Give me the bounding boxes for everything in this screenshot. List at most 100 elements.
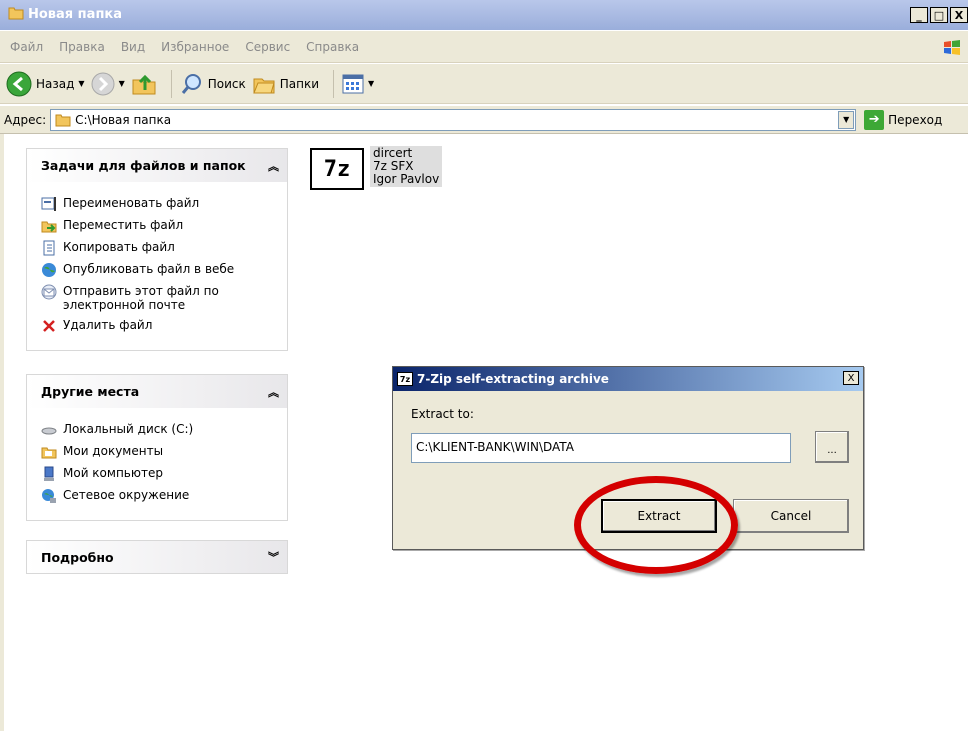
task-copy[interactable]: Копировать файл xyxy=(41,240,287,256)
details-panel-title: Подробно xyxy=(41,549,114,565)
back-button[interactable]: Назад ▼ xyxy=(6,71,85,97)
up-folder-icon xyxy=(132,74,156,94)
move-icon xyxy=(41,221,57,233)
place-my-computer[interactable]: Мой компьютер xyxy=(41,466,287,482)
window-titlebar[interactable]: Новая папка _ □ X xyxy=(0,0,968,30)
address-value: C:\Новая папка xyxy=(75,112,172,127)
collapse-chevron-icon[interactable]: ︽ xyxy=(268,158,279,174)
task-rename[interactable]: Переименовать файл xyxy=(41,196,287,212)
places-panel-header[interactable]: Другие места ︽ xyxy=(26,374,288,408)
folder-icon xyxy=(55,114,71,126)
dialog-title: 7-Zip self-extracting archive xyxy=(417,372,609,386)
place-my-documents[interactable]: Мои документы xyxy=(41,444,287,460)
back-arrow-icon xyxy=(6,71,32,96)
extract-path-input[interactable]: C:\KLIENT-BANK\WIN\DATA xyxy=(411,433,791,463)
windows-logo-icon xyxy=(944,40,960,55)
forward-dropdown-icon[interactable]: ▼ xyxy=(119,79,125,88)
cancel-button[interactable]: Cancel xyxy=(733,499,849,533)
back-label: Назад xyxy=(36,76,75,91)
maximize-button[interactable]: □ xyxy=(930,7,948,23)
minimize-button[interactable]: _ xyxy=(910,7,928,23)
hard-drive-icon xyxy=(41,427,57,435)
views-dropdown-icon[interactable]: ▼ xyxy=(368,79,374,88)
tasks-panel-title: Задачи для файлов и папок xyxy=(41,158,246,173)
search-icon xyxy=(181,73,201,94)
menu-edit[interactable]: Правка xyxy=(59,40,105,54)
go-label[interactable]: Переход xyxy=(888,113,942,127)
task-delete[interactable]: Удалить файл xyxy=(41,318,287,334)
folder-icon xyxy=(8,7,24,20)
computer-icon xyxy=(44,466,54,481)
file-details: dircert 7z SFX Igor Pavlov xyxy=(370,146,443,187)
task-move-label: Переместить файл xyxy=(63,218,184,232)
address-bar: Адрес: C:\Новая папка ▼ ➔ Переход xyxy=(0,106,968,134)
window-title: Новая папка xyxy=(28,7,123,22)
window-controls: _ □ X xyxy=(910,7,968,23)
menu-favorites[interactable]: Избранное xyxy=(161,40,229,54)
back-dropdown-icon[interactable]: ▼ xyxy=(78,79,84,88)
task-move[interactable]: Переместить файл xyxy=(41,218,287,234)
menu-file[interactable]: Файл xyxy=(10,40,43,54)
folders-icon xyxy=(253,78,275,93)
task-publish[interactable]: Опубликовать файл в вебе xyxy=(41,262,287,278)
place-local-disk-label: Локальный диск (C:) xyxy=(63,422,194,436)
places-panel-title: Другие места xyxy=(41,384,140,399)
browse-button[interactable]: ... xyxy=(815,431,849,463)
my-documents-icon xyxy=(41,447,57,459)
dialog-close-button[interactable]: X xyxy=(843,371,859,385)
forward-arrow-icon xyxy=(91,72,115,95)
task-copy-label: Копировать файл xyxy=(63,240,175,254)
toolbar-separator xyxy=(333,69,335,98)
folders-label: Папки xyxy=(279,76,320,91)
globe-icon xyxy=(42,263,56,277)
dialog-titlebar[interactable]: 7z 7-Zip self-extracting archive xyxy=(393,367,863,391)
left-task-pane: Задачи для файлов и папок ︽ Переименоват… xyxy=(0,134,302,731)
views-icon xyxy=(342,74,364,93)
menu-help[interactable]: Справка xyxy=(306,40,359,54)
tasks-panel-header[interactable]: Задачи для файлов и папок ︽ xyxy=(26,148,288,182)
extract-to-label: Extract to: xyxy=(411,407,474,421)
close-button[interactable]: X xyxy=(950,7,968,23)
forward-button[interactable]: ▼ xyxy=(91,72,125,96)
tasks-panel: Задачи для файлов и папок ︽ Переименоват… xyxy=(26,148,288,351)
tasks-panel-body: Переименовать файл Переместить файл Копи… xyxy=(26,182,288,351)
extract-button[interactable]: Extract xyxy=(601,499,717,533)
toolbar-separator xyxy=(170,69,172,98)
collapse-chevron-icon[interactable]: ︽ xyxy=(268,384,279,400)
toolbar: Назад ▼ ▼ Поиск Папки ▼ xyxy=(0,64,968,104)
sevenzip-icon-text: 7z xyxy=(323,156,351,182)
search-label: Поиск xyxy=(207,76,246,91)
file-author: Igor Pavlov xyxy=(373,172,440,186)
folders-button[interactable]: Папки xyxy=(252,73,319,95)
places-panel: Другие места ︽ Локальный диск (C:) Мои д… xyxy=(26,374,288,521)
place-network-label: Сетевое окружение xyxy=(63,488,190,502)
place-local-disk[interactable]: Локальный диск (C:) xyxy=(41,422,287,438)
views-button[interactable]: ▼ xyxy=(342,74,374,94)
network-icon xyxy=(42,489,56,503)
expand-chevron-icon[interactable]: ︾ xyxy=(268,549,279,565)
place-my-computer-label: Мой компьютер xyxy=(63,466,163,480)
file-item-dircert[interactable]: 7z dircert 7z SFX Igor Pavlov xyxy=(310,146,443,190)
address-input[interactable]: C:\Новая папка ▼ xyxy=(50,108,857,131)
task-publish-label: Опубликовать файл в вебе xyxy=(63,262,235,276)
places-panel-body: Локальный диск (C:) Мои документы Мой ко… xyxy=(26,408,288,521)
details-panel: Подробно ︾ xyxy=(26,540,288,574)
sevenzip-icon: 7z xyxy=(397,372,413,386)
email-icon xyxy=(41,284,57,300)
go-arrow-icon[interactable]: ➔ xyxy=(864,109,885,130)
task-email-label: Отправить этот файл по электронной почте xyxy=(63,284,219,312)
search-button[interactable]: Поиск xyxy=(180,72,246,96)
place-network[interactable]: Сетевое окружение xyxy=(41,488,287,504)
address-dropdown-icon[interactable]: ▼ xyxy=(838,110,855,129)
delete-x-icon xyxy=(43,320,55,332)
place-my-documents-label: Мои документы xyxy=(63,444,164,458)
up-folder-button[interactable] xyxy=(131,72,157,96)
menu-bar: Файл Правка Вид Избранное Сервис Справка xyxy=(0,31,968,63)
menu-tools[interactable]: Сервис xyxy=(245,40,290,54)
task-delete-label: Удалить файл xyxy=(63,318,153,332)
sfx-dialog: 7z 7-Zip self-extracting archive X Extra… xyxy=(392,366,864,550)
copy-icon xyxy=(43,240,55,256)
details-panel-header[interactable]: Подробно ︾ xyxy=(26,540,288,574)
menu-view[interactable]: Вид xyxy=(121,40,145,54)
task-email[interactable]: Отправить этот файл по электронной почте xyxy=(41,284,287,312)
